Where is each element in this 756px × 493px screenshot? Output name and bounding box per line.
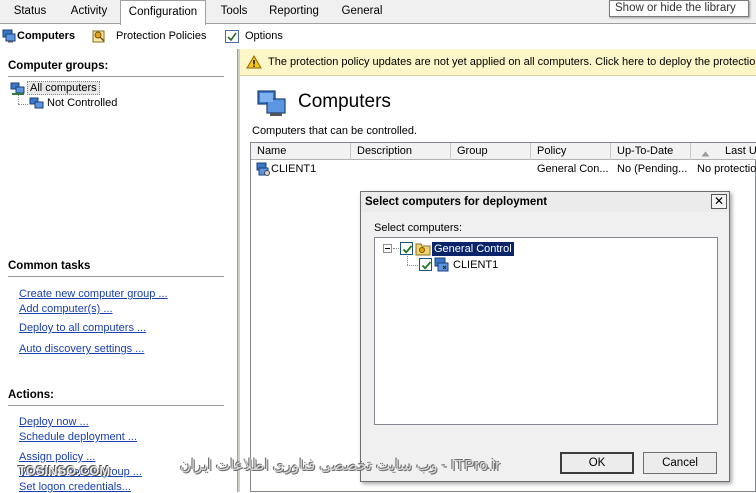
add-computers-link[interactable]: Add computer(s) ... (19, 303, 113, 315)
cell-up-to-date: No (Pending... (617, 163, 688, 175)
tab-general[interactable]: General (334, 3, 390, 24)
schedule-deployment-link[interactable]: Schedule deployment ... (19, 431, 137, 443)
tree-line (18, 104, 28, 105)
computer-icon (434, 257, 450, 275)
column-up-to-date[interactable]: Up-To-Date (611, 143, 691, 160)
tab-configuration[interactable]: Configuration (120, 0, 206, 25)
warning-icon (246, 55, 262, 72)
divider (8, 276, 224, 277)
tab-activity[interactable]: Activity (62, 3, 116, 24)
cell-last-update: No protectio (697, 163, 756, 175)
column-name[interactable]: Name (251, 143, 351, 160)
options-icon (224, 28, 240, 47)
deploy-all-computers-link[interactable]: Deploy to all computers ... (19, 322, 146, 334)
show-hide-library-button[interactable]: Show or hide the library (609, 0, 749, 17)
tree-node-client1[interactable]: CLIENT1 (451, 258, 500, 272)
toolbar-protection-policies[interactable]: Protection Policies (116, 28, 207, 45)
group-icon (29, 97, 45, 114)
set-logon-credentials-link[interactable]: Set logon credentials... (19, 481, 131, 493)
select-computers-label: Select computers: (374, 222, 463, 234)
tab-status[interactable]: Status (6, 3, 54, 24)
computers-icon (256, 89, 288, 122)
computers-tree: General Control CLIENT1 (374, 237, 718, 425)
column-policy[interactable]: Policy (531, 143, 611, 160)
cell-group (451, 161, 531, 177)
table-row[interactable]: CLIENT1 General Con... No (Pending... No… (251, 161, 756, 177)
sort-ascending-icon (701, 148, 710, 160)
close-button[interactable]: ✕ (711, 194, 727, 209)
tree-line (18, 95, 19, 104)
toolbar-options[interactable]: Options (245, 28, 283, 45)
cell-description (351, 161, 451, 177)
client1-checkbox[interactable] (419, 258, 432, 271)
dialog-title: Select computers for deployment (361, 192, 729, 212)
computers-icon (2, 29, 16, 46)
cancel-button[interactable]: Cancel (643, 452, 717, 474)
tab-reporting[interactable]: Reporting (262, 3, 326, 24)
tab-tools[interactable]: Tools (214, 3, 254, 24)
tree-line (393, 248, 399, 249)
policy-folder-icon (415, 241, 431, 259)
actions-title: Actions: (8, 389, 54, 401)
tree-node-general-control[interactable]: General Control (431, 241, 515, 257)
collapse-icon[interactable] (383, 244, 392, 253)
tree-line (407, 265, 418, 266)
warning-bar[interactable]: The protection policy updates are not ye… (240, 49, 756, 76)
computer-groups-title: Computer groups: (8, 60, 109, 72)
watermark-itpro: ITPro.ir - وب سایت تخصصی فناوری اطلاعات … (180, 457, 501, 474)
divider (8, 76, 224, 77)
tab-bar: Status Activity Configuration Tools Repo… (0, 0, 756, 25)
auto-discovery-settings-link[interactable]: Auto discovery settings ... (19, 343, 144, 355)
select-computers-dialog: Select computers for deployment ✕ Select… (360, 191, 730, 482)
group-not-controlled[interactable]: Not Controlled (47, 96, 117, 111)
create-computer-group-link[interactable]: Create new computer group ... (19, 288, 168, 300)
ok-button[interactable]: OK (560, 452, 634, 474)
toolbar-computers[interactable]: Computers (17, 28, 75, 45)
toolbar: Computers Protection Policies Options (0, 25, 756, 47)
cell-policy: General Con... (537, 163, 609, 175)
table-header: Name Description Group Policy Up-To-Date… (251, 143, 756, 160)
cell-name: CLIENT1 (271, 163, 317, 175)
page-title: Computers (298, 91, 391, 112)
divider (8, 405, 224, 406)
column-group[interactable]: Group (451, 143, 531, 160)
protection-policies-icon (91, 28, 107, 47)
common-tasks-title: Common tasks (8, 260, 91, 272)
assign-policy-link[interactable]: Assign policy ... (19, 451, 95, 463)
left-pane: Computer groups: All computers Not Contr… (0, 49, 237, 493)
watermark-tosinso: TOSINSO.COM (18, 463, 111, 478)
tree-line (407, 256, 408, 265)
general-control-checkbox[interactable] (400, 242, 413, 255)
warning-message[interactable]: The protection policy updates are not ye… (268, 56, 756, 68)
column-description[interactable]: Description (351, 143, 451, 160)
deploy-now-link[interactable]: Deploy now ... (19, 416, 89, 428)
page-subtitle: Computers that can be controlled. (252, 125, 418, 137)
group-all-computers[interactable]: All computers (27, 81, 100, 96)
